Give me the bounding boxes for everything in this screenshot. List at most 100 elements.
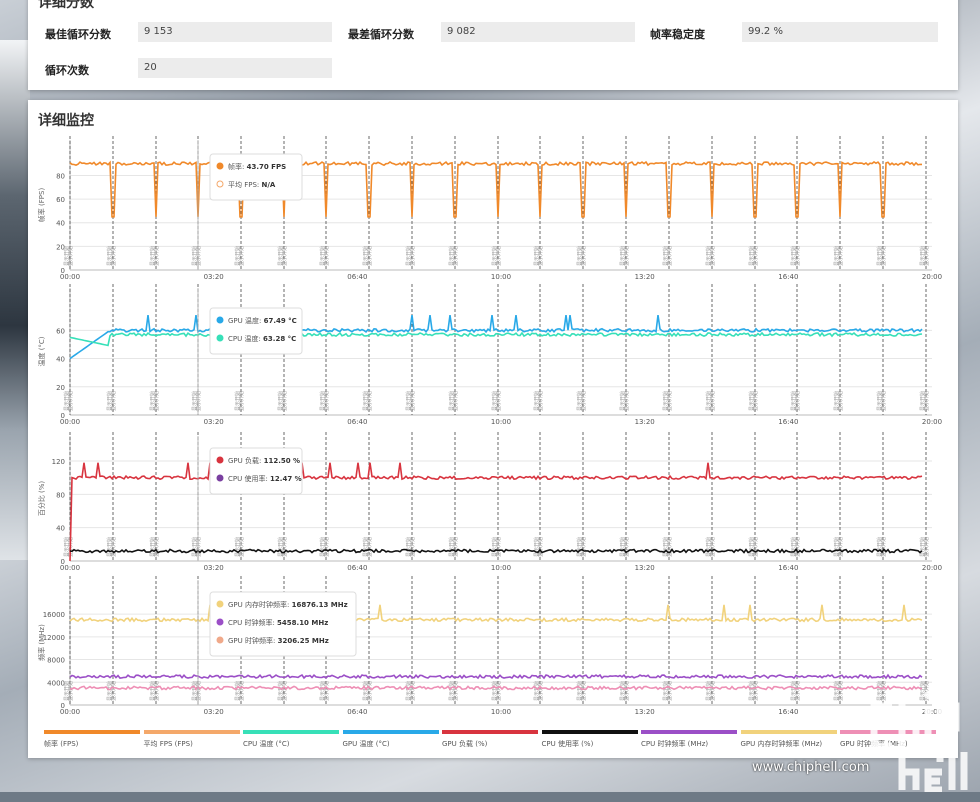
x-tick-label: 10:00	[491, 708, 511, 716]
loop-marker-label: 显示开始	[537, 537, 544, 557]
tooltip-entry: 帧率: 43.70 FPS	[228, 162, 286, 171]
loop-marker-label: 显示开始	[409, 681, 416, 701]
x-tick-label: 03:20	[204, 564, 224, 572]
loop-marker-label: 显示开始	[495, 537, 502, 557]
loop-marker-label: 显示开始	[880, 246, 887, 266]
loop-marker-label: 显示开始	[110, 246, 117, 266]
legend-label: CPU 温度 (°C)	[243, 740, 290, 748]
loop-marker-label: 显示开始	[323, 246, 330, 266]
loop-marker-label: 显示开始	[195, 681, 202, 701]
loop-marker-label: 显示开始	[923, 246, 930, 266]
loop-marker-label: 显示开始	[666, 681, 673, 701]
loop-marker-label: 显示开始	[366, 537, 373, 557]
loop-marker-label: 显示开始	[67, 246, 74, 266]
loop-marker-label: 显示开始	[666, 391, 673, 411]
x-tick-label: 06:40	[347, 564, 367, 572]
loop-marker-label: 显示开始	[752, 246, 759, 266]
x-tick-label: 06:40	[347, 418, 367, 426]
loop-marker-label: 显示开始	[195, 246, 202, 266]
loop-marker-label: 显示开始	[238, 246, 245, 266]
loop-marker-label: 显示开始	[837, 246, 844, 266]
tooltip-dot	[216, 334, 224, 342]
loop-marker-label: 显示开始	[709, 681, 716, 701]
legend-swatch	[143, 730, 240, 734]
loop-marker-label: 显示开始	[580, 391, 587, 411]
legend-item[interactable]: 平均 FPS (FPS)	[143, 730, 240, 749]
loop-marker-label: 显示开始	[452, 681, 459, 701]
y-tick-label: 16000	[43, 611, 65, 619]
tooltip-entry: CPU 时钟频率: 5458.10 MHz	[228, 618, 328, 627]
loop-marker-label: 显示开始	[153, 246, 160, 266]
loop-marker-label: 显示开始	[880, 391, 887, 411]
loop-marker-label: 显示开始	[709, 246, 716, 266]
loop-marker-label: 显示开始	[923, 391, 930, 411]
loop-marker-label: 显示开始	[495, 246, 502, 266]
loop-marker-label: 显示开始	[281, 246, 288, 266]
loop-marker-label: 显示开始	[366, 681, 373, 701]
x-tick-label: 16:40	[778, 273, 798, 281]
loop-marker-label: 显示开始	[409, 391, 416, 411]
x-tick-label: 10:00	[491, 564, 511, 572]
loop-marker-label: 显示开始	[110, 537, 117, 557]
loop-marker-label: 显示开始	[67, 681, 74, 701]
legend-swatch	[342, 730, 439, 734]
loop-marker-label: 显示开始	[323, 681, 330, 701]
x-tick-label: 03:20	[204, 273, 224, 281]
loop-marker-label: 显示开始	[323, 537, 330, 557]
legend-swatch	[442, 730, 538, 734]
x-tick-label: 10:00	[491, 273, 511, 281]
y-tick-label: 40	[56, 356, 65, 364]
legend-swatch	[541, 730, 638, 734]
tooltip-dot	[216, 180, 224, 188]
loop-marker-label: 显示开始	[880, 537, 887, 557]
x-tick-label: 20:00	[922, 564, 942, 572]
loop-marker-label: 显示开始	[366, 391, 373, 411]
loop-marker-label: 显示开始	[623, 537, 630, 557]
tooltip-dot	[216, 162, 224, 170]
x-tick-label: 00:00	[60, 418, 80, 426]
y-tick-label: 80	[56, 172, 65, 180]
loop-marker-label: 显示开始	[794, 391, 801, 411]
loop-marker-label: 显示开始	[409, 246, 416, 266]
tooltip-entry: GPU 内存时钟频率: 16876.13 MHz	[228, 600, 348, 609]
x-tick-label: 13:20	[635, 708, 655, 716]
loop-marker-label: 显示开始	[452, 537, 459, 557]
legend-item[interactable]: CPU 使用率 (%)	[541, 730, 638, 749]
tooltip-dot	[216, 474, 224, 482]
legend-item[interactable]: CPU 温度 (°C)	[243, 730, 339, 749]
monitor-charts: 020406080帧率 (FPS)00:00 03:20 06:40 10:00 13:…	[37, 136, 942, 716]
x-tick-label: 16:40	[778, 564, 798, 572]
x-tick-label: 00:00	[60, 708, 80, 716]
y-tick-label: 20	[56, 384, 65, 392]
loop-marker-label: 显示开始	[195, 391, 202, 411]
legend-item[interactable]: GPU 温度 (°C)	[342, 730, 439, 749]
x-tick-label: 13:20	[635, 564, 655, 572]
legend-item[interactable]: CPU 时钟频率 (MHz)	[641, 730, 737, 749]
x-tick-label: 13:20	[635, 418, 655, 426]
tooltip-entry: GPU 温度: 67.49 °C	[228, 316, 297, 325]
chart-tooltip	[209, 153, 303, 201]
tooltip-entry: 平均 FPS: N/A	[228, 180, 276, 189]
loop-marker-label: 显示开始	[153, 681, 160, 701]
loop-marker-label: 显示开始	[537, 391, 544, 411]
x-tick-label: 20:00	[922, 418, 942, 426]
y-tick-label: 120	[52, 458, 65, 466]
loop-marker-label: 显示开始	[837, 391, 844, 411]
y-tick-label: 12000	[43, 634, 65, 642]
legend-item[interactable]: GPU 负载 (%)	[442, 730, 538, 749]
legend-item[interactable]: 帧率 (FPS)	[44, 730, 140, 749]
x-tick-label: 13:20	[635, 273, 655, 281]
loop-marker-label: 显示开始	[580, 681, 587, 701]
y-tick-label: 60	[56, 196, 65, 204]
x-tick-label: 03:20	[204, 708, 224, 716]
loop-marker-label: 显示开始	[623, 681, 630, 701]
loop-marker-label: 显示开始	[666, 246, 673, 266]
legend-swatch	[641, 730, 737, 734]
loop-marker-label: 显示开始	[238, 391, 245, 411]
tooltip-dot	[216, 636, 224, 644]
y-axis-label: 百分比 (%)	[37, 481, 46, 517]
loop-marker-label: 显示开始	[623, 391, 630, 411]
legend-swatch	[243, 730, 339, 734]
loop-marker-label: 显示开始	[281, 681, 288, 701]
legend-label: 帧率 (FPS)	[44, 740, 79, 748]
